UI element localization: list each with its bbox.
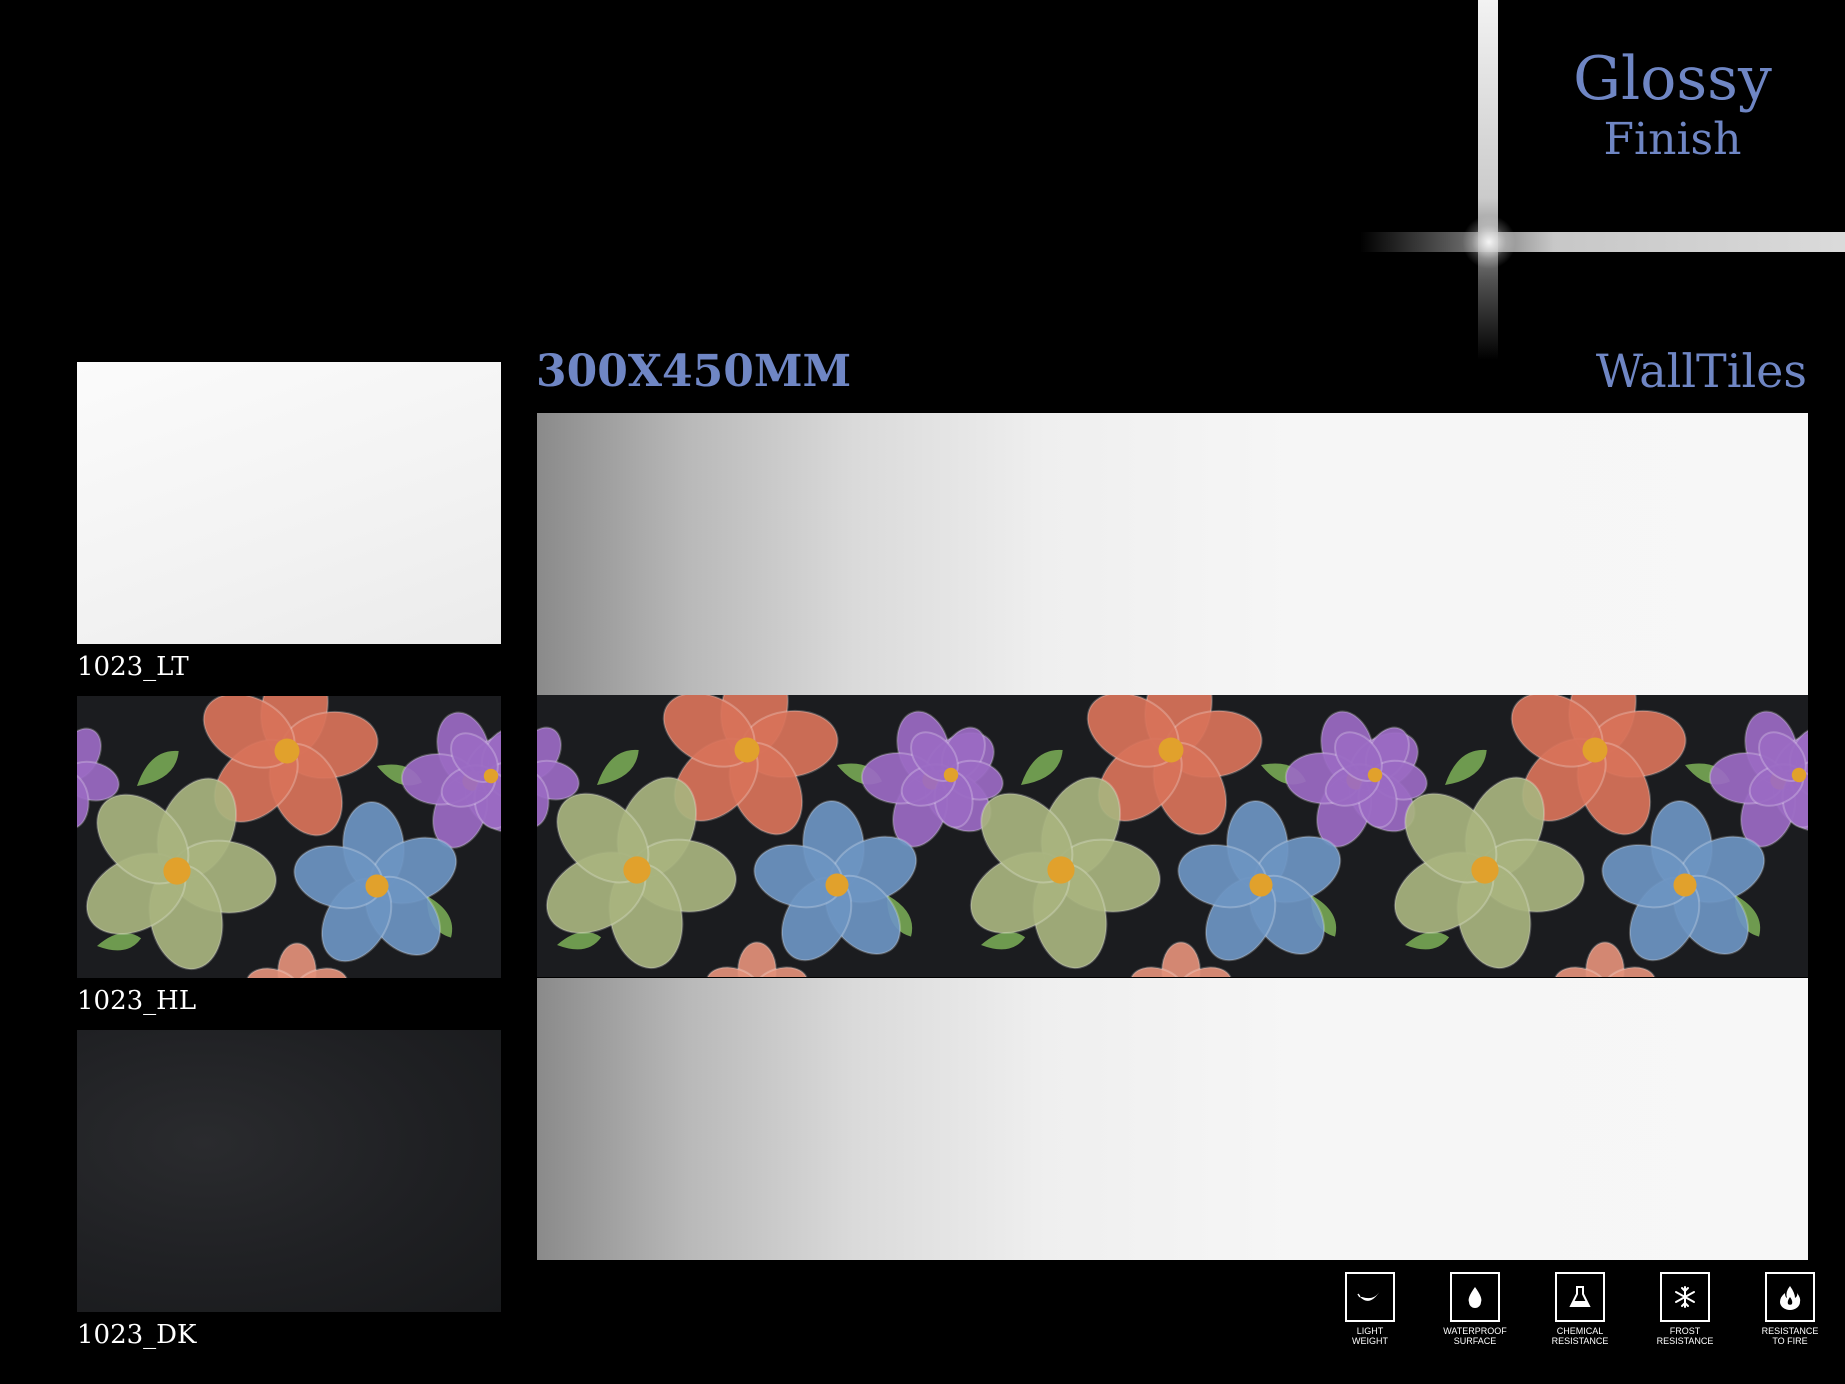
leaf-motif [137, 751, 179, 786]
floral-pattern [77, 696, 501, 978]
feature-fire: RESISTANCE TO FIRE [1745, 1272, 1835, 1347]
feature-label: WATERPROOF SURFACE [1443, 1326, 1507, 1347]
snowflake-icon [1660, 1272, 1710, 1322]
feature-label: CHEMICAL RESISTANCE [1551, 1326, 1609, 1347]
tile-size-label: 300X450MM [536, 346, 852, 397]
flame-icon [1765, 1272, 1815, 1322]
feature-light-weight: LIGHT WEIGHT [1325, 1272, 1415, 1347]
finish-heading: Glossy Finish [1500, 46, 1845, 164]
decorative-horizontal-line [1360, 232, 1845, 252]
feature-frost: FROST RESISTANCE [1640, 1272, 1730, 1347]
feature-chemical: CHEMICAL RESISTANCE [1535, 1272, 1625, 1347]
wall-row-light-bottom [537, 978, 1808, 1260]
category-label: WallTiles [1595, 344, 1807, 398]
feature-label: FROST RESISTANCE [1656, 1326, 1714, 1347]
thumbnail-caption-light: 1023_LT [77, 652, 189, 682]
thumbnail-light-tile [77, 362, 501, 644]
feather-icon [1345, 1272, 1395, 1322]
wall-row-light-top [537, 413, 1808, 695]
feature-waterproof: WATERPROOF SURFACE [1430, 1272, 1520, 1347]
finish-subtitle: Finish [1603, 114, 1742, 165]
water-drop-icon [1450, 1272, 1500, 1322]
feature-icons: LIGHT WEIGHT WATERPROOF SURFACE CHEMICAL… [1325, 1272, 1825, 1362]
floral-pattern [537, 695, 1808, 977]
thumbnail-highlighter-tile [77, 696, 501, 978]
leaf-motif [1445, 750, 1487, 785]
leaf-motif [1021, 750, 1063, 785]
wall-preview [537, 413, 1808, 1260]
feature-label: LIGHT WEIGHT [1352, 1326, 1388, 1347]
finish-title: Glossy [1573, 44, 1772, 114]
feature-label: RESISTANCE TO FIRE [1761, 1326, 1819, 1347]
decorative-cross-glow [1462, 215, 1516, 269]
thumbnail-caption-highlighter: 1023_HL [77, 986, 197, 1016]
flask-icon [1555, 1272, 1605, 1322]
decorative-vertical-line [1478, 0, 1498, 360]
thumbnail-caption-dark: 1023_DK [77, 1320, 197, 1350]
leaf-motif [597, 750, 639, 785]
thumbnail-dark-tile [77, 1030, 501, 1312]
wall-row-highlighter [537, 695, 1808, 977]
